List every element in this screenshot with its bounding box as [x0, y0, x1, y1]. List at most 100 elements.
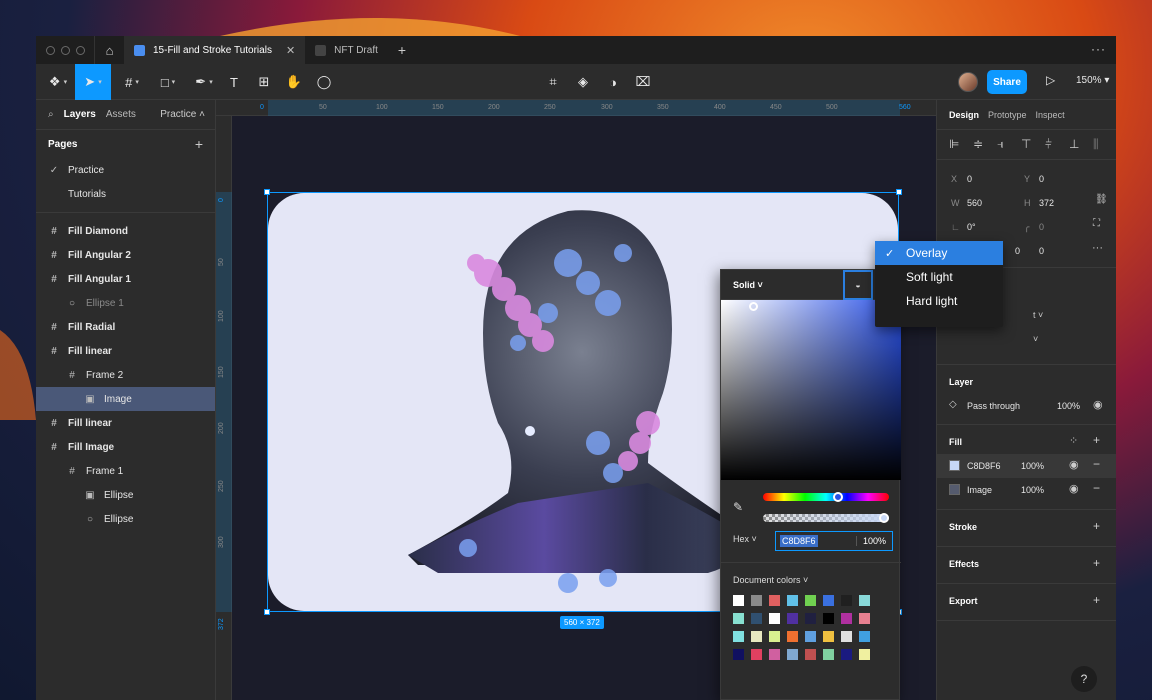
- color-swatch[interactable]: [751, 649, 762, 660]
- color-swatch[interactable]: [841, 595, 852, 606]
- color-swatch[interactable]: [859, 631, 870, 642]
- fill-hex[interactable]: C8D8F6: [967, 461, 1001, 471]
- resources-button[interactable]: ⊞: [254, 64, 274, 100]
- constraint-v-caret[interactable]: ˅: [1033, 334, 1038, 344]
- corner-radius-input[interactable]: 0: [1039, 222, 1044, 232]
- fill-color-swatch[interactable]: [949, 460, 960, 471]
- more-options-icon[interactable]: ···: [1092, 242, 1103, 254]
- text-tool-button[interactable]: T: [224, 64, 244, 100]
- resize-handle[interactable]: [264, 189, 270, 195]
- resize-handle[interactable]: [896, 189, 902, 195]
- blend-option-soft-light[interactable]: Soft light: [875, 265, 1003, 289]
- tab-design[interactable]: Design: [949, 110, 979, 120]
- hand-tool-button[interactable]: ✋: [284, 64, 304, 100]
- layer-row[interactable]: # Fill linear: [36, 411, 215, 435]
- layer-row[interactable]: ▣ Image: [36, 387, 215, 411]
- layer-opacity-input[interactable]: 100%: [1057, 401, 1080, 411]
- w-input[interactable]: 560: [967, 198, 982, 208]
- color-format-select[interactable]: Hex ˅: [733, 534, 757, 544]
- close-window-button[interactable]: [46, 45, 55, 55]
- h-input[interactable]: 372: [1039, 198, 1054, 208]
- comment-tool-button[interactable]: ◯: [314, 64, 334, 100]
- main-menu-button[interactable]: ❖ ▾: [44, 64, 72, 100]
- constraint-h-caret[interactable]: t ˅: [1033, 310, 1043, 320]
- color-swatch[interactable]: [769, 595, 780, 606]
- remove-fill-icon[interactable]: −: [1093, 457, 1100, 471]
- frame-tool-button[interactable]: # ▾: [118, 64, 146, 100]
- add-fill-icon[interactable]: +: [1093, 433, 1100, 447]
- eye-icon[interactable]: ◉: [1093, 398, 1103, 411]
- hex-input[interactable]: C8D8F6: [780, 535, 818, 547]
- present-icon[interactable]: ▷: [1046, 73, 1055, 87]
- color-swatch[interactable]: [787, 631, 798, 642]
- eye-icon[interactable]: ◉: [1069, 482, 1079, 495]
- layer-row[interactable]: ▣ Ellipse: [36, 483, 215, 507]
- tab-prototype[interactable]: Prototype: [988, 110, 1027, 120]
- radius-bottom-left[interactable]: 0: [1039, 246, 1044, 256]
- color-swatch[interactable]: [769, 649, 780, 660]
- color-swatch[interactable]: [823, 613, 834, 624]
- create-component-button[interactable]: ◈: [573, 64, 593, 100]
- alpha-input[interactable]: 100%: [855, 536, 886, 546]
- search-icon[interactable]: ⌕: [48, 109, 54, 120]
- fill-opacity[interactable]: 100%: [1021, 461, 1044, 471]
- tab-file-2[interactable]: NFT Draft: [305, 36, 388, 64]
- layer-row[interactable]: # Fill Diamond: [36, 219, 215, 243]
- opacity-slider-knob[interactable]: [879, 513, 889, 523]
- mask-button[interactable]: ◑: [603, 64, 623, 100]
- shape-tool-button[interactable]: □ ▾: [154, 64, 182, 100]
- color-swatch[interactable]: [805, 649, 816, 660]
- align-bottom-icon[interactable]: ⊥: [1069, 137, 1079, 151]
- fill-opacity[interactable]: 100%: [1021, 485, 1044, 495]
- color-swatch[interactable]: [787, 595, 798, 606]
- color-swatch[interactable]: [787, 649, 798, 660]
- color-swatch[interactable]: [733, 595, 744, 606]
- color-swatch[interactable]: [841, 649, 852, 660]
- move-tool-button[interactable]: ➤ ▾: [75, 64, 111, 100]
- eye-icon[interactable]: ◉: [1069, 458, 1079, 471]
- color-swatch[interactable]: [805, 613, 816, 624]
- color-swatch[interactable]: [823, 649, 834, 660]
- tab-assets[interactable]: Assets: [106, 109, 136, 120]
- saturation-brightness-area[interactable]: [721, 300, 901, 480]
- new-tab-icon[interactable]: +: [388, 42, 416, 58]
- hue-slider-knob[interactable]: [833, 492, 843, 502]
- layer-row[interactable]: # Frame 1: [36, 459, 215, 483]
- color-swatch[interactable]: [823, 595, 834, 606]
- color-swatch[interactable]: [823, 631, 834, 642]
- layer-row[interactable]: # Fill Angular 1: [36, 267, 215, 291]
- close-tab-icon[interactable]: ✕: [286, 44, 295, 57]
- radius-bottom-right[interactable]: 0: [1015, 246, 1020, 256]
- eyedropper-icon[interactable]: ✎: [733, 500, 743, 514]
- color-swatch[interactable]: [859, 613, 870, 624]
- layer-row[interactable]: # Fill Image: [36, 435, 215, 459]
- color-swatch[interactable]: [859, 595, 870, 606]
- help-button[interactable]: ?: [1071, 666, 1097, 692]
- share-button[interactable]: Share: [987, 70, 1027, 94]
- color-swatch[interactable]: [733, 649, 744, 660]
- blend-option-overlay[interactable]: ✓ Overlay: [875, 241, 1003, 265]
- color-swatch[interactable]: [859, 649, 870, 660]
- remove-fill-icon[interactable]: −: [1093, 481, 1100, 495]
- blend-option-hard-light[interactable]: Hard light: [875, 289, 1003, 313]
- y-input[interactable]: 0: [1039, 174, 1044, 184]
- add-page-icon[interactable]: +: [195, 136, 203, 152]
- color-swatch[interactable]: [841, 631, 852, 642]
- hue-slider[interactable]: [763, 493, 889, 501]
- zoom-menu[interactable]: 150% ▾: [1076, 75, 1109, 86]
- layer-row[interactable]: # Frame 2: [36, 363, 215, 387]
- color-swatch[interactable]: [805, 631, 816, 642]
- color-swatch[interactable]: [841, 613, 852, 624]
- align-center-h-icon[interactable]: ≑: [973, 137, 983, 151]
- opacity-slider[interactable]: [763, 514, 889, 522]
- color-swatch[interactable]: [805, 595, 816, 606]
- page-item-practice[interactable]: ✓ Practice: [36, 158, 215, 182]
- independent-corners-icon[interactable]: ⛶: [1093, 218, 1100, 229]
- avatar[interactable]: [958, 72, 978, 92]
- align-top-icon[interactable]: ⊤: [1021, 137, 1031, 151]
- layer-row[interactable]: ○ Ellipse: [36, 507, 215, 531]
- maximize-window-button[interactable]: [76, 45, 85, 55]
- layer-row[interactable]: # Fill Angular 2: [36, 243, 215, 267]
- page-switcher[interactable]: Practice ˄: [160, 109, 205, 120]
- layer-row[interactable]: # Fill linear: [36, 339, 215, 363]
